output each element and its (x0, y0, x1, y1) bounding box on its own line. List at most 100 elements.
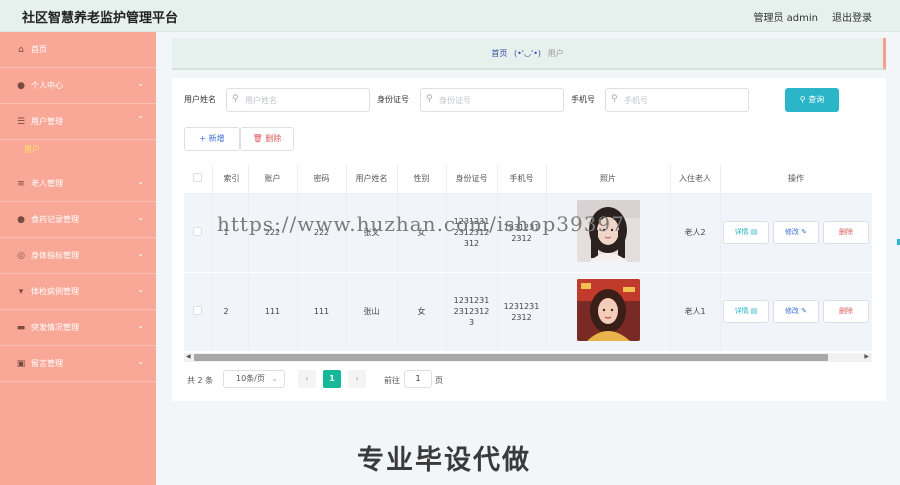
query-button-label: 查询 (808, 95, 825, 104)
header-id-number: 身份证号 (446, 165, 498, 194)
chevron-down-icon: ⌄ (137, 177, 144, 186)
id-label: 身份证号 (377, 95, 409, 104)
submenu-item-users[interactable]: 用户 (24, 144, 40, 155)
chevron-up-icon: ⌃ (137, 115, 144, 124)
row-select-cell (184, 272, 213, 352)
header-gender: 性别 (397, 165, 447, 194)
logout-link[interactable]: 退出登录 (832, 9, 872, 24)
briefcase-icon: ▬ (16, 322, 26, 333)
sidebar-item-label: 首页 (31, 45, 47, 54)
id-search-field[interactable]: ⚲ (420, 88, 564, 112)
sidebar-item-emergencies[interactable]: ▬ 突发情况管理 ⌄ (0, 310, 156, 346)
cell-photo (546, 272, 671, 352)
sidebar-item-label: 个人中心 (31, 81, 63, 90)
header-photo: 照片 (546, 165, 671, 194)
admin-label: 管理员 admin (753, 13, 818, 24)
chevron-down-icon: ⌄ (137, 249, 144, 258)
chevron-down-icon: ⌄ (137, 285, 144, 294)
delete-button[interactable]: 🗑 删除 (240, 127, 294, 151)
header-username: 用户姓名 (346, 165, 398, 194)
header-phone: 手机号 (497, 165, 547, 194)
search-icon: ⚲ (426, 94, 433, 104)
query-button[interactable]: ⚲ 查询 (785, 88, 839, 112)
row-checkbox[interactable] (193, 305, 203, 315)
cell-elder: 老人1 (670, 272, 721, 352)
next-page-button[interactable]: › (348, 370, 366, 388)
sliders-icon: ☰ (16, 116, 26, 127)
cell-phone: 1231231 2312 (497, 272, 547, 352)
search-icon: ⚲ (232, 94, 239, 104)
goto-page-input[interactable]: 1 (404, 370, 432, 388)
phone-line: 1231231 (503, 301, 540, 311)
document-icon: ▤ (750, 307, 758, 315)
sidebar-item-personal-center[interactable]: ● 个人中心 ⌄ (0, 68, 156, 104)
sidebar: ⌂ 首页 ● 个人中心 ⌄ ☰ 用户管理 ⌃ 用户 ≡ 老人管理 ⌄ ● 食药记… (0, 32, 156, 485)
name-search-field[interactable]: ⚲ (226, 88, 370, 112)
document-icon: ▤ (750, 228, 758, 236)
id-search-input[interactable] (439, 93, 557, 107)
edit-button-label: 修改 (784, 228, 799, 236)
search-icon: ⚲ (799, 95, 809, 104)
cell-index: 2 (212, 272, 249, 352)
page-word: 页 (435, 376, 443, 385)
sidebar-item-medical-records[interactable]: ▾ 体检病例管理 ⌄ (0, 274, 156, 310)
row-delete-button-label: 删除 (839, 307, 853, 315)
scroll-left-icon[interactable]: ◀ (186, 353, 191, 360)
cell-account: 111 (248, 272, 298, 352)
name-search-input[interactable] (245, 93, 363, 107)
row-delete-button[interactable]: 删除 (823, 221, 869, 244)
chevron-right-icon: › (355, 374, 359, 383)
edit-button[interactable]: 修改 ✎ (773, 221, 819, 244)
sidebar-item-body-indicators[interactable]: ◎ 身体指标管理 ⌄ (0, 238, 156, 274)
sidebar-item-diet-records[interactable]: ● 食药记录管理 ⌄ (0, 202, 156, 238)
sidebar-item-label: 突发情况管理 (31, 323, 79, 332)
select-all-checkbox[interactable] (193, 173, 203, 183)
page-size-select[interactable]: 10条/页 ⌄ (223, 370, 285, 388)
cell-elder: 老人2 (670, 193, 721, 273)
detail-button[interactable]: 详情 ▤ (723, 221, 769, 244)
detail-button[interactable]: 详情 ▤ (723, 300, 769, 323)
phone-search-field[interactable]: ⚲ (605, 88, 749, 112)
table-header-row: 索引 账户 密码 用户姓名 性别 身份证号 手机号 照片 入住老人 操作 (184, 165, 872, 194)
horizontal-scrollbar[interactable]: ◀ ▶ (184, 353, 872, 362)
row-delete-button[interactable]: 删除 (823, 300, 869, 323)
total-count: 共 2 条 (187, 376, 214, 385)
sidebar-item-user-management[interactable]: ☰ 用户管理 ⌃ (0, 104, 156, 140)
add-button[interactable]: + 新增 (184, 127, 240, 151)
cell-password: 111 (297, 272, 347, 352)
scroll-right-icon[interactable]: ▶ (864, 353, 869, 360)
prev-page-button[interactable]: ‹ (298, 370, 316, 388)
header-elder: 入住老人 (670, 165, 721, 194)
chevron-down-icon: ⌄ (271, 374, 278, 383)
breadcrumb-separator: (•'◡'•) (513, 49, 542, 58)
portrait-photo-2 (576, 279, 640, 341)
pencil-icon: ✎ (801, 228, 808, 236)
sidebar-item-messages[interactable]: ▣ 留言管理 ⌄ (0, 346, 156, 382)
edit-button[interactable]: 修改 ✎ (773, 300, 819, 323)
phone-search-input[interactable] (624, 93, 742, 107)
sidebar-item-home[interactable]: ⌂ 首页 (0, 32, 156, 68)
watermark-text: https://www.huzhan.com/ishop39397 (217, 212, 625, 236)
medical-icon: ▾ (18, 286, 24, 297)
page-size-value: 10条/页 (236, 374, 265, 383)
chevron-down-icon: ⌄ (137, 213, 144, 222)
scrollbar-thumb[interactable] (194, 354, 828, 361)
breadcrumb-current: 用户 (547, 49, 564, 58)
sidebar-item-label: 用户管理 (31, 117, 63, 126)
select-all-cell (184, 165, 213, 194)
chevron-left-icon: ‹ (305, 374, 309, 383)
table-row: 2 111 111 张山 女 1231231 2312312 3 1231231… (184, 272, 872, 352)
page-number-button[interactable]: 1 (323, 370, 341, 388)
sidebar-item-label: 食药记录管理 (31, 215, 79, 224)
goto-label: 前往 (384, 376, 400, 385)
sidebar-item-label: 留言管理 (31, 359, 63, 368)
user-icon: ● (17, 80, 25, 91)
users-table: 索引 账户 密码 用户姓名 性别 身份证号 手机号 照片 入住老人 操作 1 2… (184, 165, 872, 363)
submenu: 用户 (0, 140, 156, 166)
promo-overlay-text: 专业毕设代做 (357, 445, 531, 476)
sidebar-item-elder-management[interactable]: ≡ 老人管理 ⌄ (0, 166, 156, 202)
header-ops: 操作 (720, 165, 872, 194)
row-checkbox[interactable] (193, 226, 203, 236)
cell-ops: 详情 ▤ 修改 ✎ 删除 (720, 193, 872, 273)
breadcrumb-home[interactable]: 首页 (491, 49, 507, 58)
